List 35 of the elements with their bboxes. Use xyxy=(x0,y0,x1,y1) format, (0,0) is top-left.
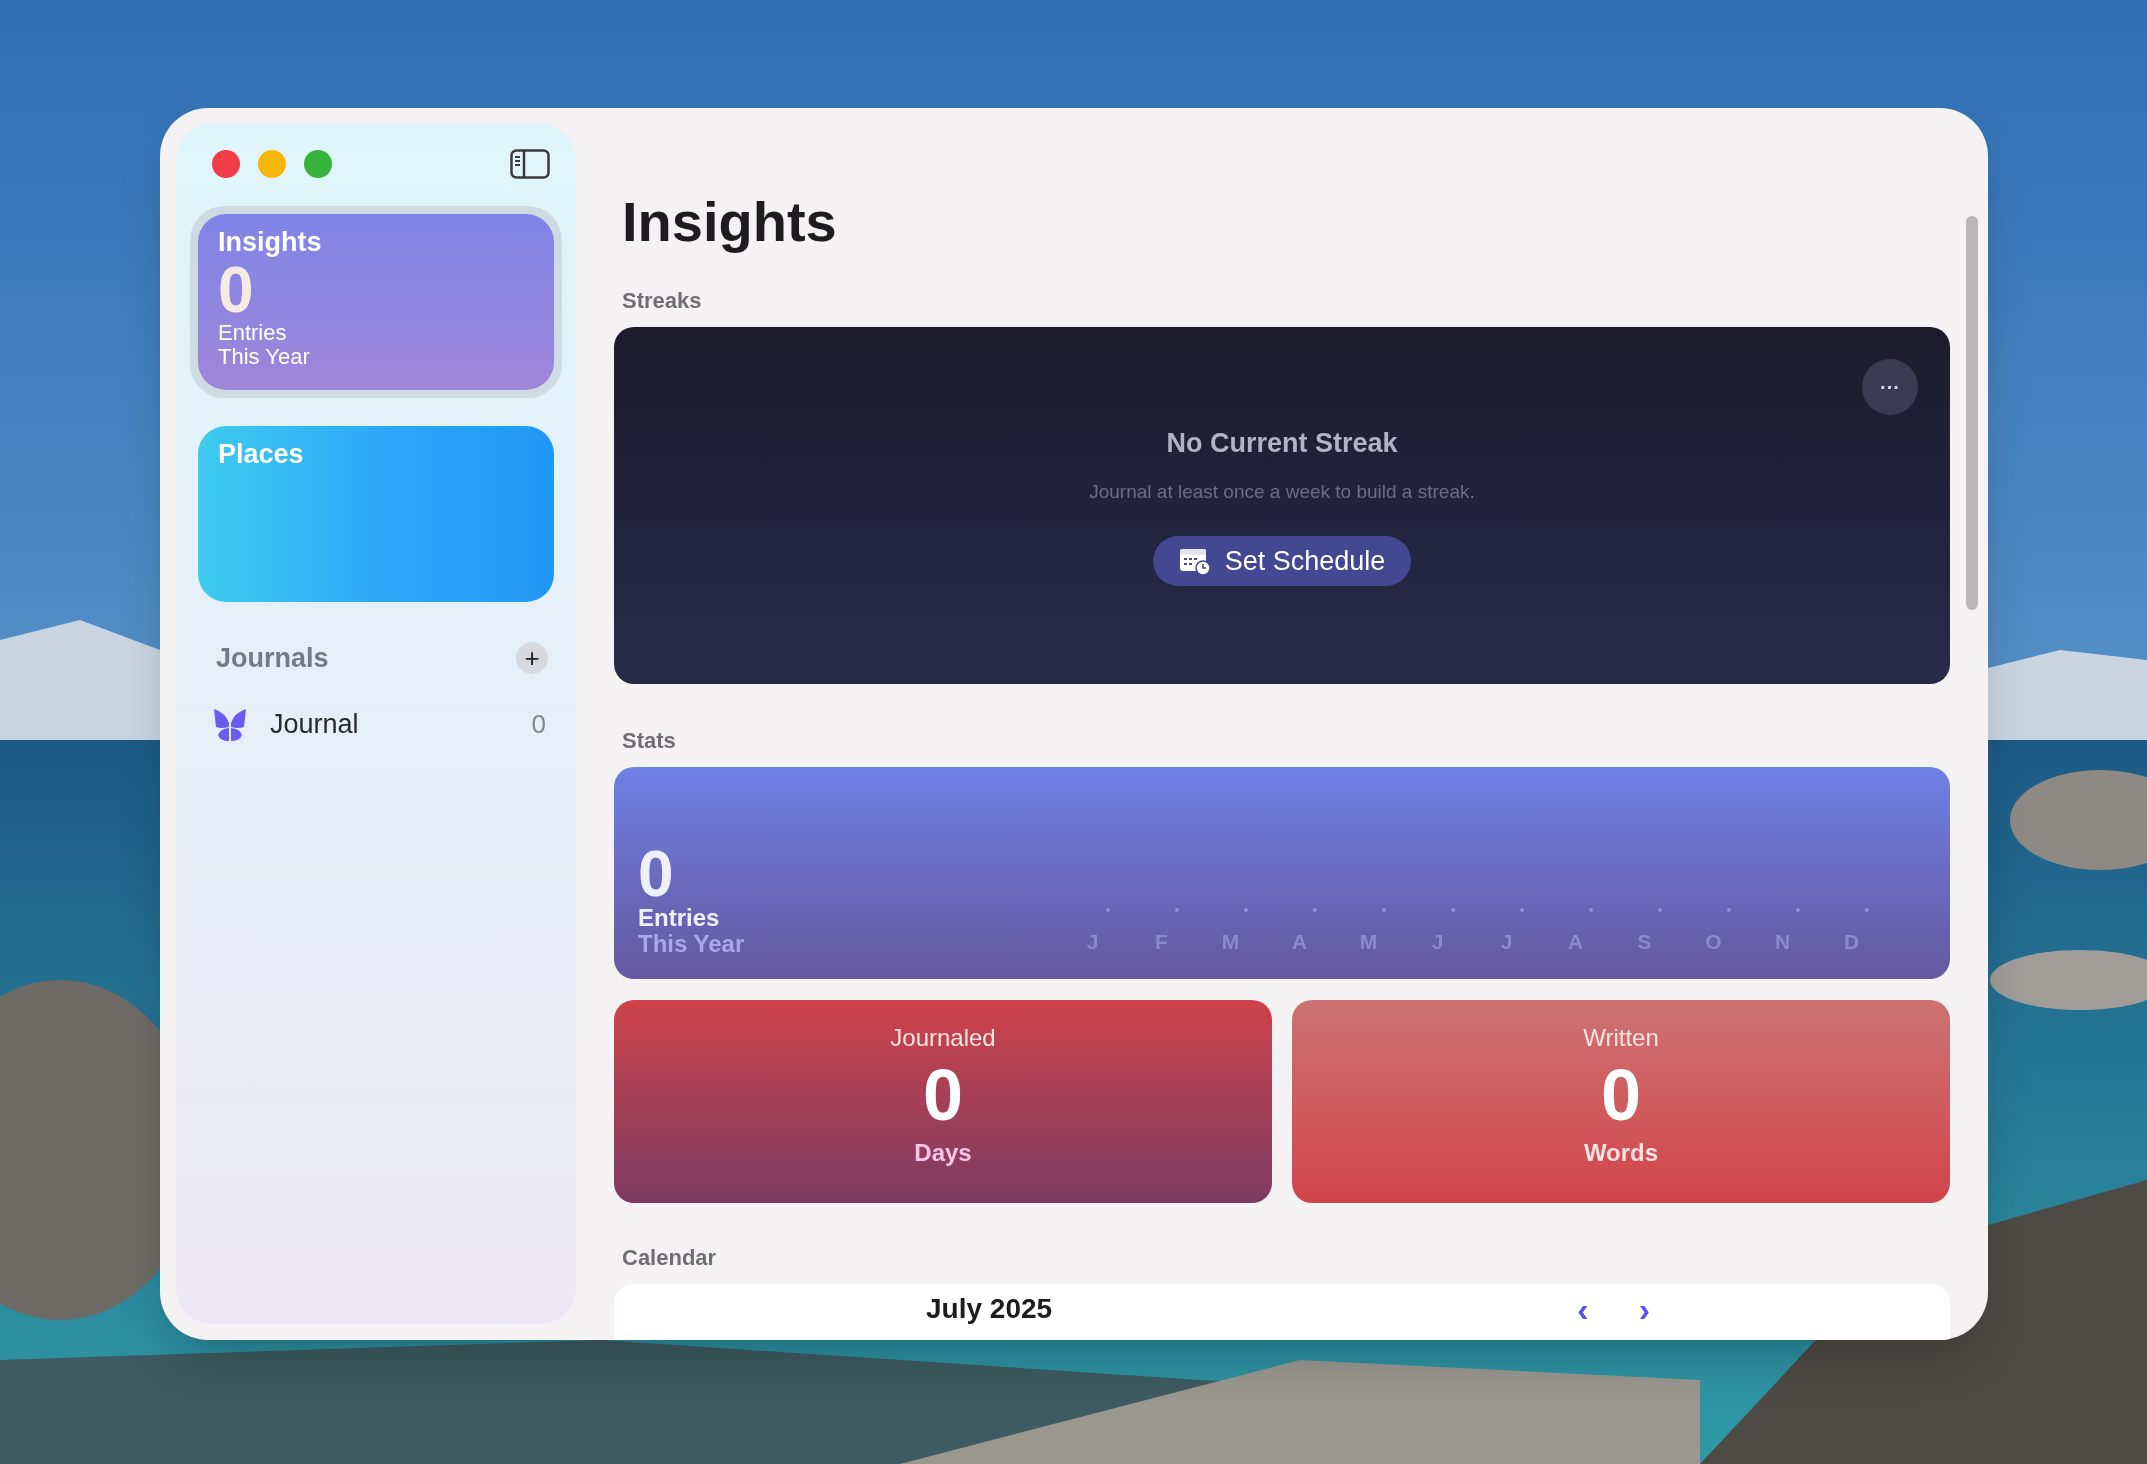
journal-name: Journal xyxy=(270,708,359,742)
count-label: Entries xyxy=(638,905,721,931)
tile-value: 0 xyxy=(922,1056,963,1136)
previous-month-button[interactable]: ‹ xyxy=(1577,1292,1589,1326)
calendar-month: July 2025 xyxy=(926,1292,1053,1326)
section-label: Streaks xyxy=(621,287,703,315)
section-label: Stats xyxy=(621,727,677,755)
scrollbar[interactable] xyxy=(1966,216,1978,610)
streak-heading: No Current Streak xyxy=(1166,427,1398,460)
add-journal-button[interactable]: + xyxy=(516,642,548,675)
entry-count: 0 xyxy=(638,844,674,905)
count-label: Entries xyxy=(218,320,287,345)
sidebar-toggle-icon[interactable] xyxy=(510,149,550,179)
calendar-clock-icon xyxy=(1178,547,1211,575)
count-sublabel: This Year xyxy=(638,931,745,957)
close-button[interactable] xyxy=(212,150,240,178)
journals-header: Journals xyxy=(216,642,329,675)
minimize-button[interactable] xyxy=(258,150,286,178)
tile-title: Journaled xyxy=(890,1023,996,1053)
tile-title: Written xyxy=(1583,1023,1659,1053)
section-label: Calendar xyxy=(621,1244,718,1272)
tile-value: 0 xyxy=(1600,1056,1641,1136)
streak-message: Journal at least once a week to build a streak. xyxy=(1089,479,1475,504)
journal-item[interactable]: Journal 0 xyxy=(190,696,562,753)
count-sublabel: This Year xyxy=(218,344,310,369)
next-month-button[interactable]: › xyxy=(1638,1292,1650,1326)
set-schedule-button[interactable]: Set Schedule xyxy=(1152,536,1412,586)
more-button[interactable]: ··· xyxy=(1862,359,1918,415)
tile-unit: Days xyxy=(914,1138,972,1169)
zoom-button[interactable] xyxy=(304,150,332,178)
card-title: Insights xyxy=(218,226,322,259)
entry-count: 0 xyxy=(218,259,254,321)
tile-unit: Words xyxy=(1583,1138,1659,1169)
card-title: Places xyxy=(218,438,304,471)
entry-count: 0 xyxy=(531,708,546,741)
